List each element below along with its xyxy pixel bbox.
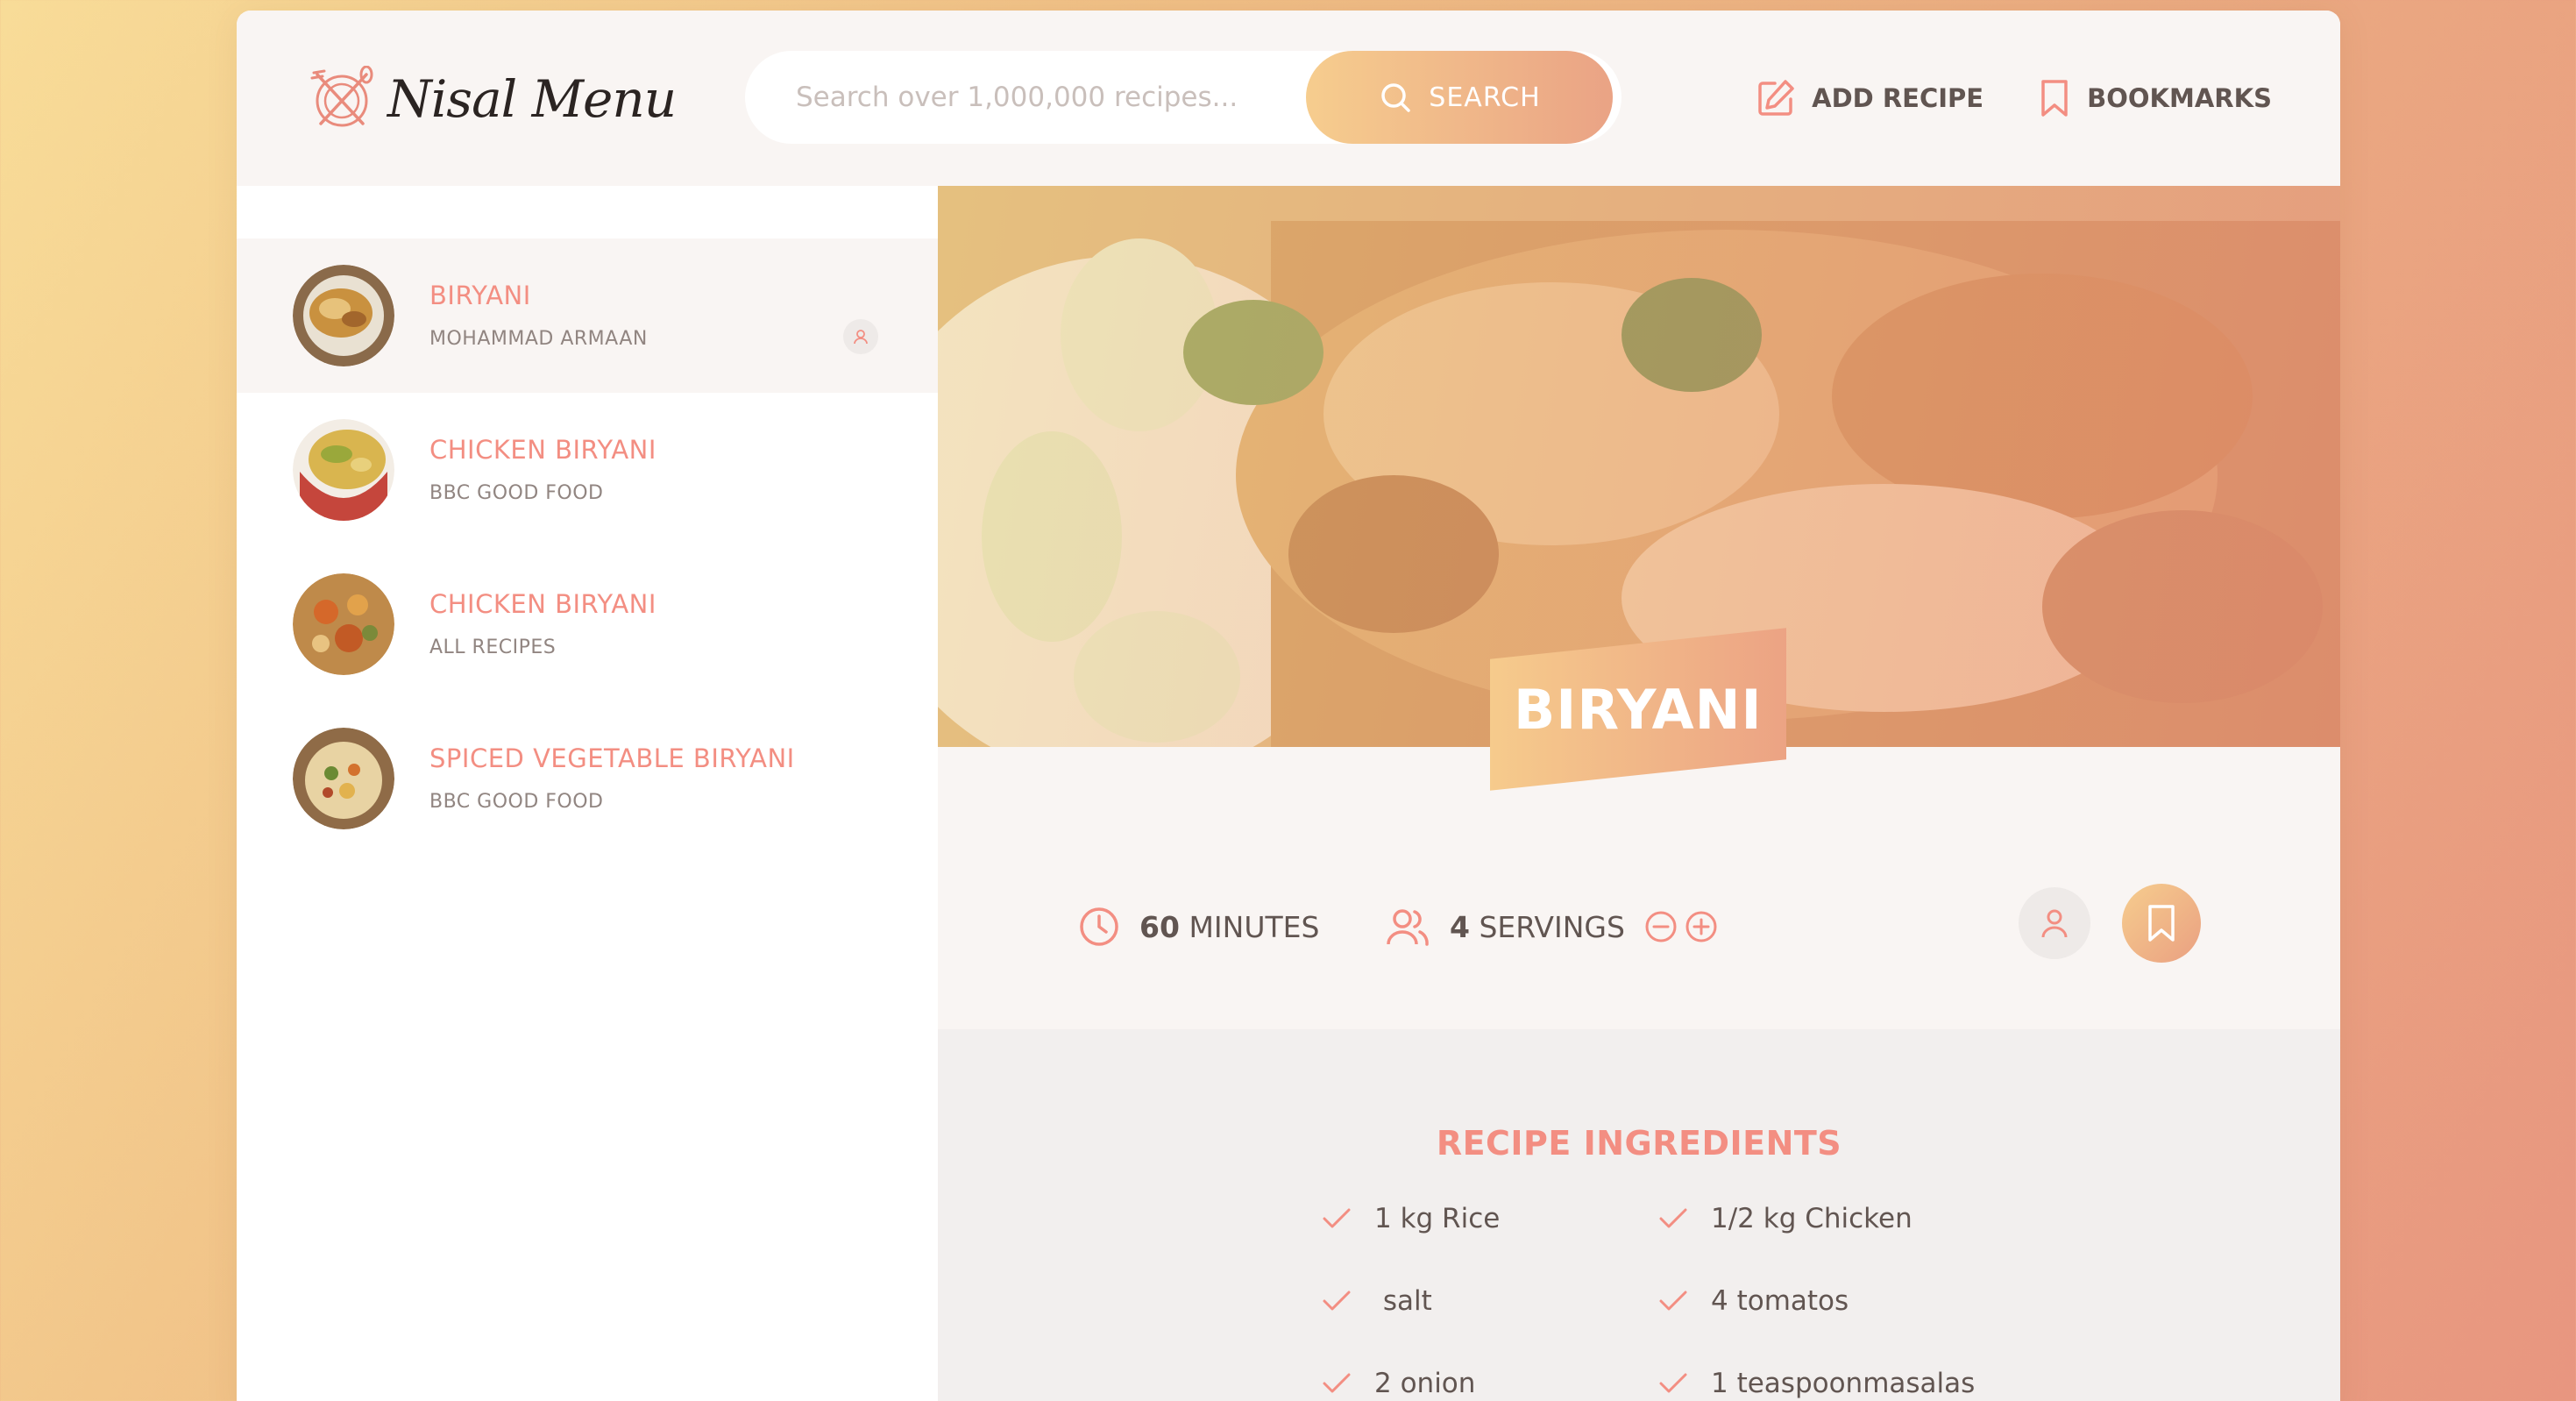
plus-circle-icon bbox=[1685, 911, 1717, 942]
app-container: Nisal Menu SEARCH ADD RECIPE bbox=[237, 11, 2340, 1401]
edit-icon bbox=[1758, 80, 1794, 116]
result-thumbnail bbox=[293, 728, 394, 829]
servings-value: 4 bbox=[1450, 909, 1470, 944]
check-icon bbox=[1323, 1208, 1351, 1228]
bookmark-recipe-button[interactable] bbox=[2122, 884, 2201, 963]
user-generated-badge bbox=[843, 319, 878, 354]
ingredients-heading: RECIPE INGREDIENTS bbox=[1436, 1124, 1842, 1163]
plate-cutlery-icon bbox=[310, 66, 373, 127]
check-icon bbox=[1659, 1208, 1687, 1228]
result-publisher: BBC GOOD FOOD bbox=[429, 482, 604, 504]
result-thumbnail bbox=[293, 265, 394, 366]
bookmarks-button[interactable]: BOOKMARKS bbox=[2038, 78, 2272, 118]
servings-unit: SERVINGS bbox=[1479, 909, 1625, 944]
cooking-time-value: 60 bbox=[1139, 909, 1180, 944]
recipe-view: BIRYANI 60 MINUTES 4 SERVINGS RECIPE ING… bbox=[938, 186, 2340, 1401]
ingredients-section: RECIPE INGREDIENTS 1 kg Rice 1/2 kg Chic… bbox=[938, 1029, 2340, 1401]
result-item[interactable]: BIRYANI MOHAMMAD ARMAAN bbox=[237, 238, 938, 393]
cooking-time: 60 MINUTES bbox=[1078, 883, 1319, 971]
decrease-servings-button[interactable] bbox=[1644, 910, 1678, 943]
increase-servings-button[interactable] bbox=[1685, 910, 1718, 943]
recipe-title: BIRYANI bbox=[1514, 677, 1763, 742]
search-form: SEARCH bbox=[745, 51, 1622, 144]
result-publisher: BBC GOOD FOOD bbox=[429, 791, 604, 813]
logo-text: Nisal Menu bbox=[387, 69, 677, 129]
search-button-label: SEARCH bbox=[1429, 82, 1541, 113]
ingredient-text: 1 kg Rice bbox=[1374, 1203, 1501, 1234]
result-publisher: ALL RECIPES bbox=[429, 636, 557, 658]
users-icon bbox=[1387, 909, 1429, 946]
ingredient-item: salt bbox=[1322, 1285, 1432, 1317]
ingredient-text: 1 teaspoonmasalas bbox=[1711, 1368, 1976, 1399]
ingredient-text: 2 onion bbox=[1374, 1368, 1476, 1399]
search-input[interactable] bbox=[796, 51, 1287, 144]
ingredient-item: 1 kg Rice bbox=[1322, 1203, 1500, 1234]
check-icon bbox=[1323, 1373, 1351, 1393]
search-icon bbox=[1381, 83, 1411, 112]
ingredient-text: salt bbox=[1374, 1285, 1432, 1317]
add-recipe-button[interactable]: ADD RECIPE bbox=[1756, 78, 1983, 118]
ingredient-text: 4 tomatos bbox=[1711, 1285, 1849, 1317]
ingredient-text: 1/2 kg Chicken bbox=[1711, 1203, 1912, 1234]
result-item[interactable]: SPICED VEGETABLE BIRYANI BBC GOOD FOOD bbox=[237, 701, 938, 856]
user-icon bbox=[2041, 909, 2068, 938]
nav: ADD RECIPE BOOKMARKS bbox=[1756, 11, 2272, 186]
ingredient-item: 1/2 kg Chicken bbox=[1658, 1203, 1912, 1234]
add-recipe-label: ADD RECIPE bbox=[1812, 83, 1984, 113]
result-title: CHICKEN BIRYANI bbox=[429, 435, 656, 465]
result-thumbnail bbox=[293, 419, 394, 521]
servings: 4 SERVINGS bbox=[1385, 883, 1718, 971]
logo[interactable]: Nisal Menu bbox=[309, 60, 677, 139]
result-item[interactable]: CHICKEN BIRYANI ALL RECIPES bbox=[237, 547, 938, 701]
minus-circle-icon bbox=[1645, 911, 1677, 942]
result-publisher: MOHAMMAD ARMAAN bbox=[429, 328, 648, 350]
check-icon bbox=[1323, 1291, 1351, 1311]
clock-icon bbox=[1080, 907, 1118, 946]
result-item[interactable]: CHICKEN BIRYANI BBC GOOD FOOD bbox=[237, 393, 938, 547]
bookmark-icon bbox=[2148, 905, 2175, 942]
search-button[interactable]: SEARCH bbox=[1306, 51, 1613, 144]
search-results: BIRYANI MOHAMMAD ARMAAN CHICKEN BIRYANI … bbox=[237, 186, 938, 1401]
result-thumbnail bbox=[293, 573, 394, 675]
user-icon bbox=[854, 330, 868, 345]
cooking-time-unit: MINUTES bbox=[1189, 909, 1320, 944]
ingredient-item: 4 tomatos bbox=[1658, 1285, 1849, 1317]
bookmark-icon bbox=[2041, 80, 2068, 117]
bookmarks-label: BOOKMARKS bbox=[2087, 83, 2272, 113]
check-icon bbox=[1659, 1373, 1687, 1393]
ingredient-item: 1 teaspoonmasalas bbox=[1658, 1368, 1975, 1399]
header: Nisal Menu SEARCH ADD RECIPE bbox=[237, 11, 2340, 186]
check-icon bbox=[1659, 1291, 1687, 1311]
result-title: BIRYANI bbox=[429, 281, 531, 310]
ingredient-item: 2 onion bbox=[1322, 1368, 1475, 1399]
result-title: SPICED VEGETABLE BIRYANI bbox=[429, 743, 795, 773]
result-title: CHICKEN BIRYANI bbox=[429, 589, 656, 619]
user-generated-indicator bbox=[2019, 887, 2090, 959]
